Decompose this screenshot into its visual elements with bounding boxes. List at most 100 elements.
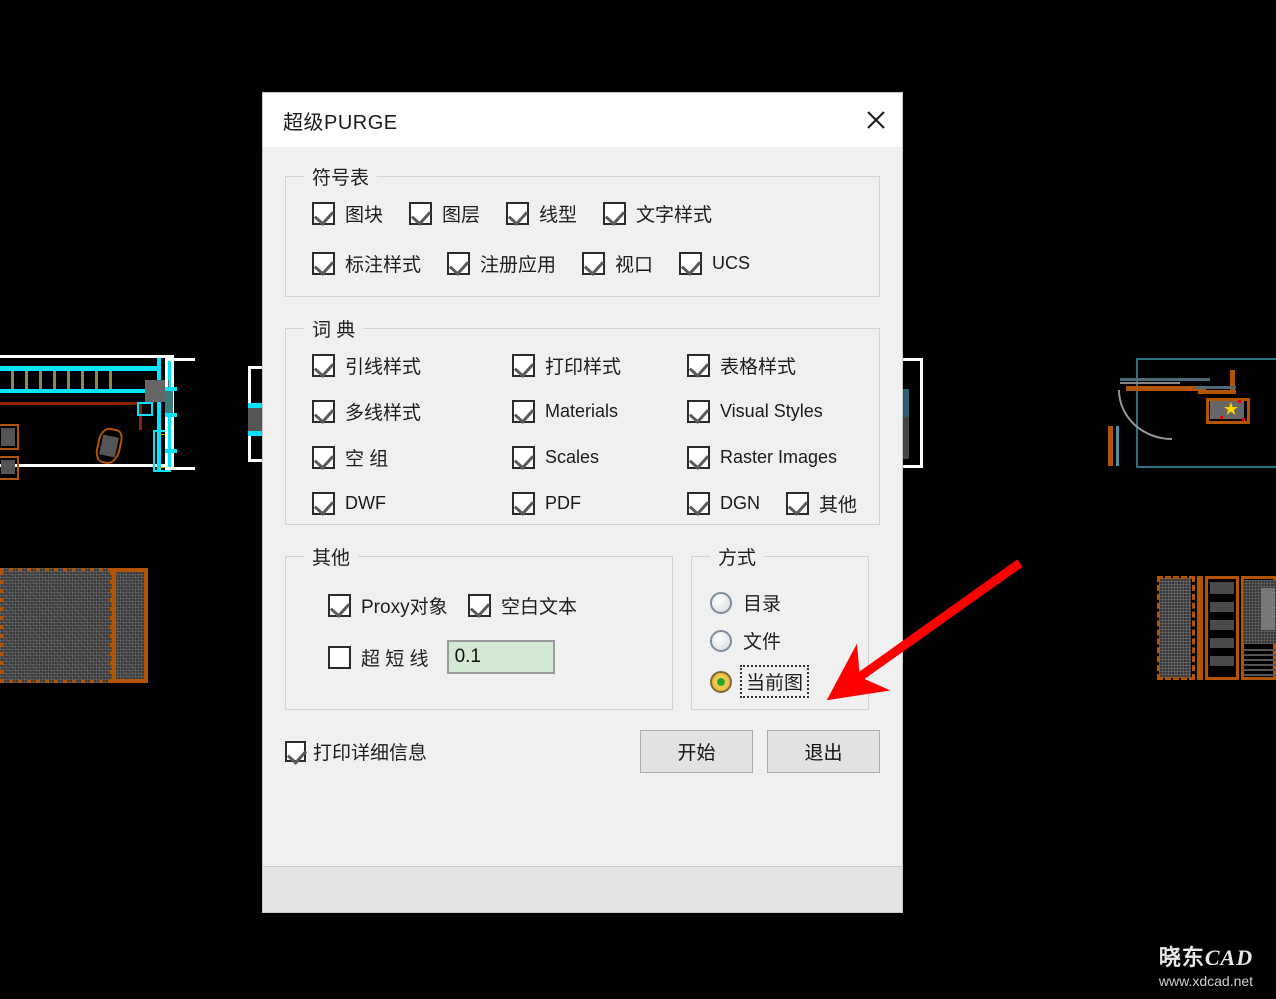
- cad-cabinet-right: [1157, 568, 1276, 684]
- checkbox-icon: [512, 354, 535, 377]
- checkbox-text-style[interactable]: 文字样式: [603, 200, 712, 227]
- close-icon[interactable]: [850, 93, 902, 147]
- checkbox-label: 超 短 线: [361, 648, 429, 670]
- checkbox-ucs[interactable]: UCS: [679, 252, 750, 275]
- checkbox-icon: [679, 252, 703, 275]
- checkbox-label: 视口: [615, 255, 654, 276]
- checkbox-label: 打印详细信息: [313, 743, 428, 764]
- watermark: 晓东CAD www.xdcad.net: [1144, 940, 1268, 989]
- cad-wall: [0, 366, 157, 371]
- checkbox-icon: [312, 252, 335, 275]
- checkbox-icon: [328, 594, 351, 617]
- symbol-table-row-2: 标注样式 注册应用 视口 UCS: [286, 250, 879, 277]
- group-dictionary: 词 典 引线样式 打印样式 表格样式 多线样式 Materials Visual…: [285, 315, 880, 525]
- dictionary-grid: 引线样式 打印样式 表格样式 多线样式 Materials Visual Sty…: [286, 342, 879, 517]
- checkbox-label: UCS: [712, 253, 751, 273]
- checkbox-empty-group[interactable]: 空 组: [312, 444, 512, 471]
- checkbox-icon: [603, 202, 627, 225]
- checkbox-icon: [512, 400, 535, 423]
- checkbox-linetype[interactable]: 线型: [506, 200, 577, 227]
- cad-wall: [0, 402, 142, 405]
- checkbox-print-detail[interactable]: 打印详细信息: [285, 738, 427, 765]
- checkbox-label: 文字样式: [636, 205, 713, 226]
- checkbox-icon: [285, 741, 306, 762]
- cad-floorplan-right: [1108, 358, 1276, 468]
- checkbox-label: 图层: [442, 205, 481, 226]
- checkbox-label: DWF: [345, 493, 386, 513]
- checkbox-label: 打印样式: [545, 357, 622, 378]
- checkbox-table-style[interactable]: 表格样式: [687, 352, 879, 379]
- checkbox-label: PDF: [545, 493, 581, 513]
- cad-shape-partial-left: [165, 358, 195, 470]
- checkbox-label: 空白文本: [501, 597, 578, 618]
- checkbox-icon: [328, 645, 351, 669]
- checkbox-layer[interactable]: 图层: [409, 200, 480, 227]
- cad-hatched-block-left: [0, 568, 148, 683]
- checkbox-icon: [312, 492, 335, 515]
- checkbox-dim-style[interactable]: 标注样式: [312, 250, 421, 277]
- dialog-footer: [263, 866, 902, 912]
- checkbox-icon: [687, 354, 710, 377]
- group-method: 方式 目录 文件 当前图: [691, 543, 869, 710]
- checkbox-scales[interactable]: Scales: [512, 444, 687, 471]
- radio-icon: [710, 591, 732, 614]
- radio-icon: [710, 629, 732, 652]
- checkbox-short-line[interactable]: 超 短 线: [328, 644, 429, 671]
- checkbox-icon: [687, 400, 710, 423]
- checkbox-dgn[interactable]: DGN: [687, 490, 760, 517]
- symbol-table-row-1: 图块 图层 线型 文字样式: [286, 200, 879, 227]
- checkbox-others[interactable]: 其他: [786, 490, 857, 517]
- checkbox-mline-style[interactable]: 多线样式: [312, 398, 512, 425]
- checkbox-proxy-object[interactable]: Proxy对象: [328, 592, 468, 619]
- checkbox-label: DGN: [720, 493, 760, 513]
- checkbox-icon: [687, 492, 710, 515]
- group-other-legend: 其他: [312, 548, 351, 569]
- group-method-legend: 方式: [718, 548, 757, 569]
- checkbox-label: 线型: [539, 205, 578, 226]
- checkbox-visual-styles[interactable]: Visual Styles: [687, 398, 879, 425]
- dialog-title: 超级PURGE: [283, 111, 398, 134]
- short-line-tolerance-input[interactable]: [446, 640, 555, 674]
- cad-wall: [0, 389, 147, 393]
- checkbox-label: 注册应用: [480, 255, 557, 276]
- checkbox-block[interactable]: 图块: [312, 200, 383, 227]
- checkbox-icon: [786, 492, 809, 515]
- checkbox-plot-style[interactable]: 打印样式: [512, 352, 687, 379]
- checkbox-icon: [447, 252, 471, 275]
- start-button[interactable]: 开始: [640, 730, 753, 773]
- checkbox-label: 引线样式: [345, 357, 422, 378]
- checkbox-label: 图块: [345, 205, 384, 226]
- checkbox-icon: [468, 594, 491, 617]
- dialog-button-bar: 开始 退出: [640, 730, 880, 773]
- exit-button[interactable]: 退出: [767, 730, 880, 773]
- radio-label: 文件: [743, 632, 782, 653]
- checkbox-icon: [512, 492, 535, 515]
- checkbox-regapp[interactable]: 注册应用: [447, 250, 556, 277]
- checkbox-dwf[interactable]: DWF: [312, 490, 512, 517]
- watermark-logo-cn: 晓东: [1158, 946, 1205, 971]
- dialog-body: 符号表 图块 图层 线型 文字样式 标注样式 注册应用 视口 UCS 词 典 引…: [263, 163, 902, 773]
- cad-solid: [137, 402, 153, 416]
- checkbox-icon: [582, 252, 606, 275]
- checkbox-label: Raster Images: [720, 447, 838, 467]
- watermark-url: www.xdcad.net: [1158, 973, 1254, 989]
- radio-file[interactable]: 文件: [710, 627, 868, 654]
- checkbox-leader-style[interactable]: 引线样式: [312, 352, 512, 379]
- checkbox-icon: [409, 202, 433, 225]
- cad-furniture: [0, 456, 19, 480]
- cad-shape-edge-right: [903, 358, 923, 468]
- checkbox-icon: [312, 202, 335, 225]
- checkbox-icon: [312, 400, 335, 423]
- checkbox-viewport[interactable]: 视口: [582, 250, 653, 277]
- checkbox-blank-text[interactable]: 空白文本: [468, 592, 577, 619]
- checkbox-icon: [312, 354, 335, 377]
- checkbox-materials[interactable]: Materials: [512, 398, 687, 425]
- checkbox-raster-images[interactable]: Raster Images: [687, 444, 879, 471]
- radio-current-drawing[interactable]: 当前图: [710, 665, 868, 698]
- radio-directory[interactable]: 目录: [710, 589, 868, 616]
- checkbox-pdf[interactable]: PDF: [512, 490, 687, 517]
- cad-floorplan-left: [0, 355, 174, 480]
- lower-groups-row: 其他 Proxy对象 空白文本 超 短 线 0.1 方式 目录 文件 当前图: [285, 543, 880, 710]
- checkbox-icon: [312, 446, 335, 469]
- super-purge-dialog: 超级PURGE 符号表 图块 图层 线型 文字样式 标注样式 注册应用 视口 U…: [262, 92, 903, 913]
